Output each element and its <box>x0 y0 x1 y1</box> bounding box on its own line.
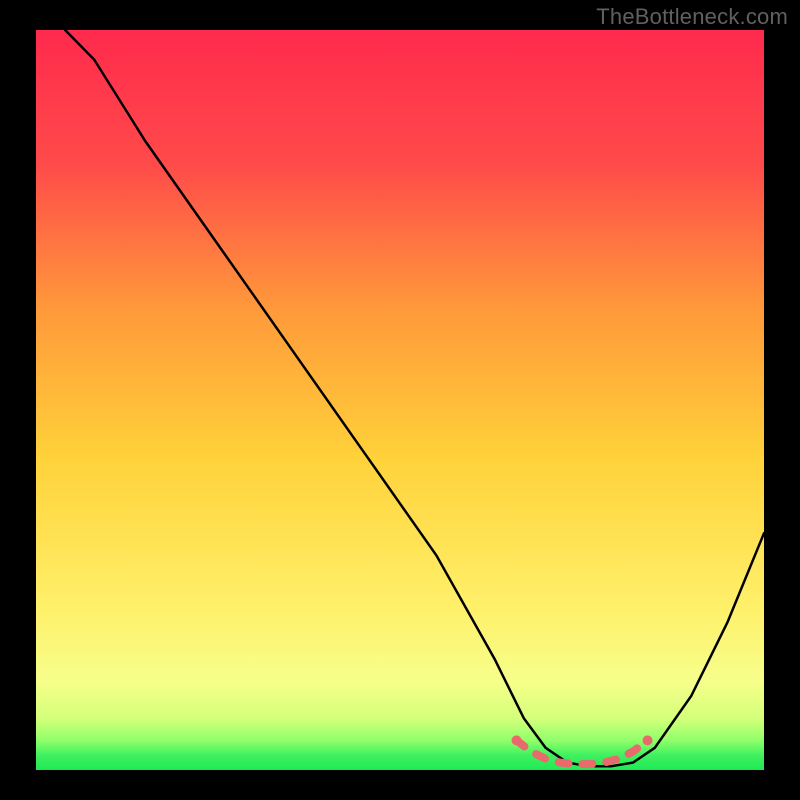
watermark-text: TheBottleneck.com <box>596 4 788 30</box>
optimal-range-marker <box>512 735 653 764</box>
plot-area <box>36 30 764 770</box>
chart-svg <box>36 30 764 770</box>
bottleneck-curve <box>65 30 764 766</box>
chart-container: TheBottleneck.com <box>0 0 800 800</box>
